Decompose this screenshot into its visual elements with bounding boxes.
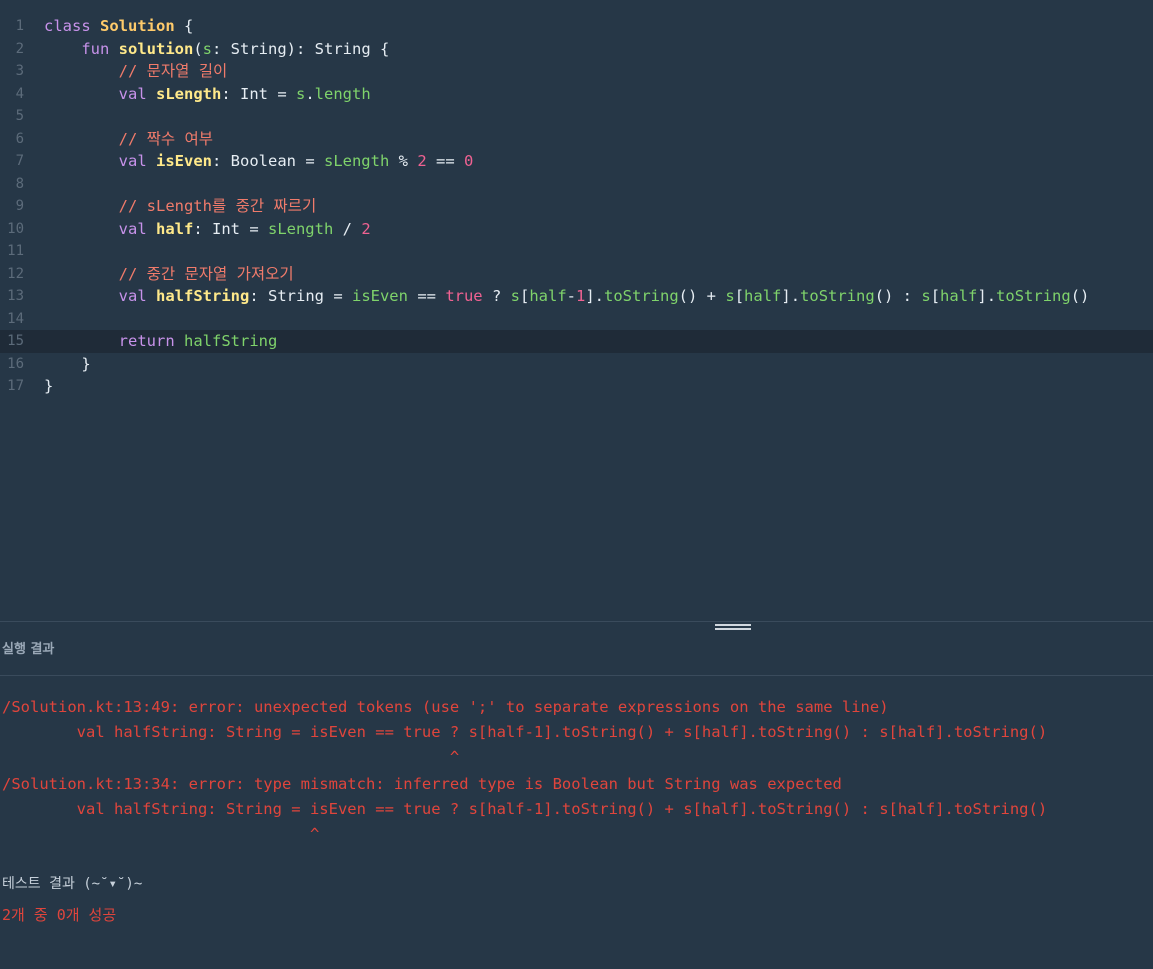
error-code-line: val halfString: String = isEven == true … <box>2 800 1048 818</box>
line-number: 1 <box>15 18 24 34</box>
code-line[interactable]: 2 fun solution(s: String): String { <box>0 38 1153 61</box>
line-number: 17 <box>7 378 24 394</box>
code-line[interactable]: 7 val isEven: Boolean = sLength % 2 == 0 <box>0 150 1153 173</box>
line-number: 12 <box>7 265 24 282</box>
code-line[interactable]: 13 val halfString: String = isEven == tr… <box>0 285 1153 308</box>
line-number: 7 <box>15 153 24 169</box>
line-number: 6 <box>15 130 24 147</box>
line-number: 10 <box>7 220 24 237</box>
code-line-active[interactable]: 15 return halfString <box>0 330 1153 353</box>
resize-handle-icon[interactable] <box>715 624 751 634</box>
code-editor[interactable]: 1 class Solution { 2 fun solution(s: Stri… <box>0 15 1153 398</box>
line-number: 5 <box>15 108 24 124</box>
code-line[interactable]: 12 // 중간 문자열 가져오기 <box>0 263 1153 286</box>
error-code-line: val halfString: String = isEven == true … <box>2 723 1048 741</box>
panel-divider[interactable] <box>0 621 1153 622</box>
code-line[interactable]: 17} <box>0 375 1153 398</box>
code-line[interactable]: 14 <box>0 308 1153 331</box>
code-line[interactable]: 6 // 짝수 여부 <box>0 128 1153 151</box>
line-number: 3 <box>15 63 24 79</box>
line-number: 4 <box>15 85 24 102</box>
error-line: /Solution.kt:13:34: error: type mismatch… <box>2 775 842 793</box>
line-number: 2 <box>15 40 24 57</box>
code-line[interactable]: 5 <box>0 105 1153 128</box>
code-line[interactable]: 16 } <box>0 353 1153 376</box>
code-line[interactable]: 3 // 문자열 길이 <box>0 60 1153 83</box>
code-line[interactable]: 11 <box>0 240 1153 263</box>
line-number: 8 <box>15 175 24 192</box>
results-divider <box>0 675 1153 676</box>
test-results-summary: 2개 중 0개 성공 <box>2 906 117 924</box>
line-number: 13 <box>7 288 24 304</box>
code-line[interactable]: 8 <box>0 173 1153 196</box>
test-results-title: 테스트 결과 (~˘▾˘)~ <box>2 876 143 892</box>
line-number: 14 <box>7 310 24 327</box>
line-number: 9 <box>15 198 24 214</box>
code-line[interactable]: 1 class Solution { <box>0 15 1153 38</box>
code-line[interactable]: 4 val sLength: Int = s.length <box>0 83 1153 106</box>
error-caret: ^ <box>2 825 320 843</box>
error-caret: ^ <box>2 748 460 766</box>
code-line[interactable]: 10 val half: Int = sLength / 2 <box>0 218 1153 241</box>
line-number: 11 <box>7 243 24 259</box>
line-number: 15 <box>7 333 24 349</box>
results-title: 실행 결과 <box>2 642 55 657</box>
line-number: 16 <box>7 355 24 372</box>
code-line[interactable]: 9 // sLength를 중간 짜르기 <box>0 195 1153 218</box>
error-line: /Solution.kt:13:49: error: unexpected to… <box>2 698 889 716</box>
